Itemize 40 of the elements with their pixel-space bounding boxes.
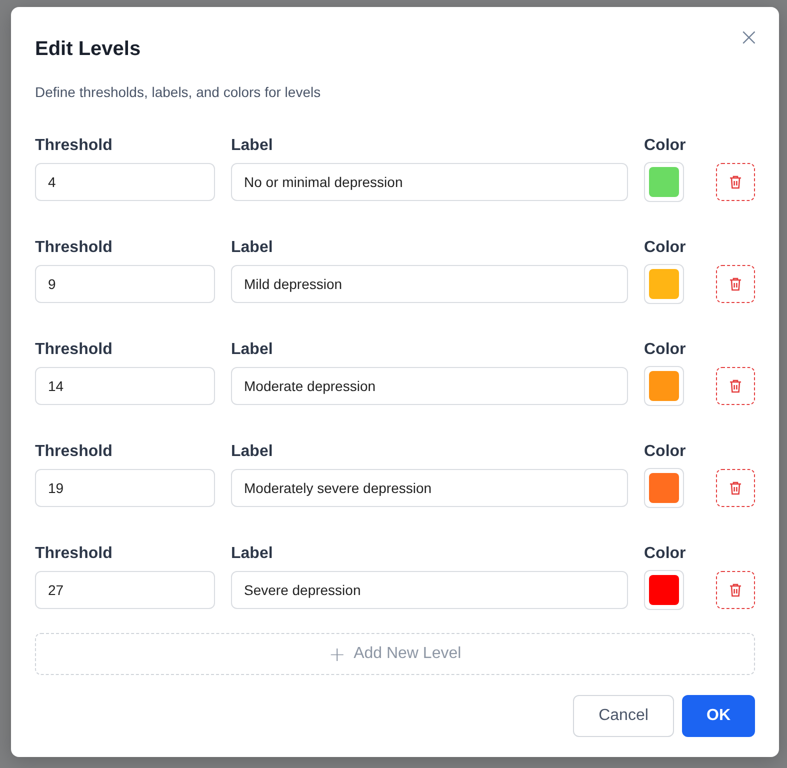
- trash-icon: [729, 379, 742, 393]
- field-label: Color: [644, 545, 687, 563]
- label-field[interactable]: Moderate depression: [231, 367, 628, 405]
- close-button[interactable]: ×: [738, 25, 759, 49]
- field-label: Label: [231, 545, 274, 563]
- delete-button[interactable]: [716, 469, 755, 507]
- field-label: Color: [644, 137, 687, 155]
- label-field[interactable]: No or minimal depression: [231, 163, 628, 201]
- field-label: Threshold: [35, 239, 114, 257]
- field-label: Threshold: [35, 341, 114, 359]
- delete-button[interactable]: [716, 367, 755, 405]
- field-label: Label: [231, 341, 274, 359]
- label-field[interactable]: Moderately severe depression: [231, 469, 628, 507]
- label-field[interactable]: Severe depression: [231, 571, 628, 609]
- threshold-field[interactable]: 9: [35, 265, 215, 303]
- dialog-subtitle: Define thresholds, labels, and colors for levels: [35, 84, 321, 100]
- delete-button[interactable]: [716, 163, 755, 201]
- field-label: Threshold: [35, 137, 114, 155]
- delete-button[interactable]: [716, 571, 755, 609]
- field-label: Threshold: [35, 545, 114, 563]
- trash-icon: [729, 583, 742, 597]
- ok-button[interactable]: OK: [682, 695, 755, 737]
- field-label: Label: [231, 443, 274, 461]
- cancel-button[interactable]: Cancel: [573, 695, 674, 737]
- field-label: Color: [644, 443, 687, 461]
- field-label: Color: [644, 341, 687, 359]
- threshold-field[interactable]: 4: [35, 163, 215, 201]
- trash-icon: [729, 481, 742, 495]
- field-label: Color: [644, 239, 687, 257]
- trash-icon: [729, 175, 742, 189]
- trash-icon: [729, 277, 742, 291]
- field-label: Label: [231, 239, 274, 257]
- threshold-field[interactable]: 27: [35, 571, 215, 609]
- label-field[interactable]: Mild depression: [231, 265, 628, 303]
- field-label: Threshold: [35, 443, 114, 461]
- threshold-field[interactable]: 19: [35, 469, 215, 507]
- delete-button[interactable]: [716, 265, 755, 303]
- dialog-title: Edit Levels: [35, 37, 141, 61]
- field-label: Label: [231, 137, 274, 155]
- threshold-field[interactable]: 14: [35, 367, 215, 405]
